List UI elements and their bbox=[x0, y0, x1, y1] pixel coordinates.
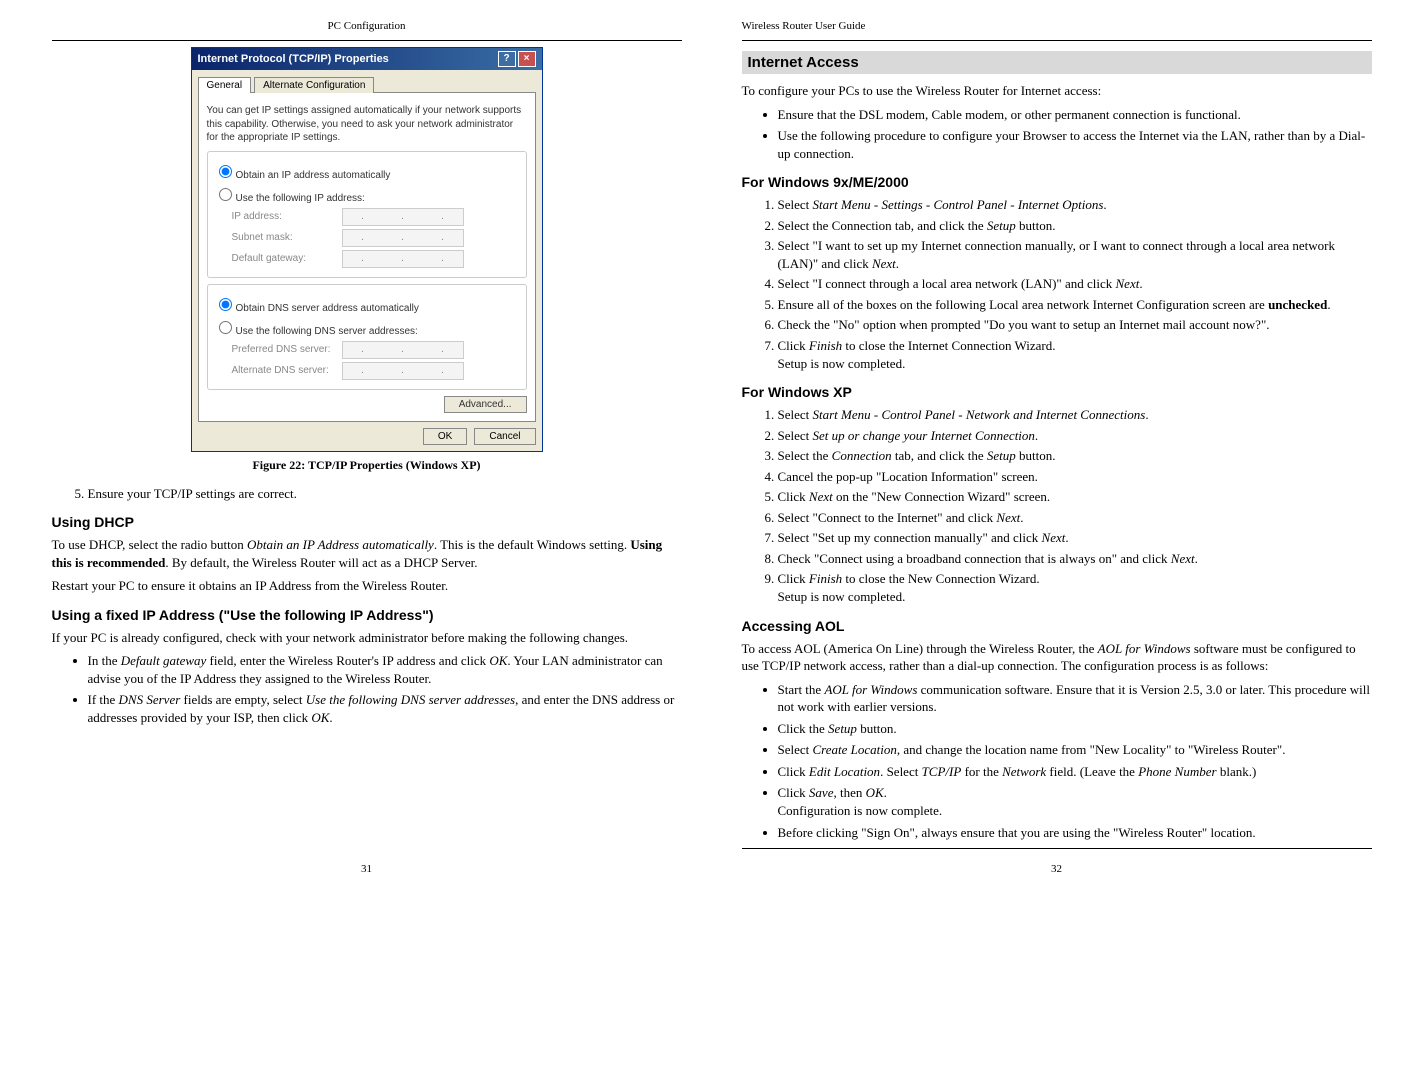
list-item: Click Edit Location. Select TCP/IP for t… bbox=[778, 763, 1372, 781]
pref-dns-label: Preferred DNS server: bbox=[232, 344, 342, 355]
help-icon[interactable]: ? bbox=[498, 51, 516, 67]
aol-intro: To access AOL (America On Line) through … bbox=[742, 640, 1372, 675]
figure-caption: Figure 22: TCP/IP Properties (Windows XP… bbox=[52, 458, 682, 473]
list-item: Ensure that the DSL modem, Cable modem, … bbox=[778, 106, 1372, 124]
list-item: Use the following procedure to configure… bbox=[778, 127, 1372, 162]
list-item: Select "Set up my connection manually" a… bbox=[778, 529, 1372, 547]
alt-dns-field[interactable]: ... bbox=[342, 362, 464, 380]
heading-internet-access: Internet Access bbox=[742, 51, 1372, 74]
list-item: Select Start Menu - Control Panel - Netw… bbox=[778, 406, 1372, 424]
heading-dhcp: Using DHCP bbox=[52, 514, 682, 530]
gateway-label: Default gateway: bbox=[232, 253, 342, 264]
radio-use-dns[interactable] bbox=[219, 321, 232, 334]
page-header-left: PC Configuration bbox=[52, 20, 682, 32]
list-item: Select Start Menu - Settings - Control P… bbox=[778, 196, 1372, 214]
list-item: Before clicking "Sign On", always ensure… bbox=[778, 824, 1372, 842]
fixed-ip-item-1: In the Default gateway field, enter the … bbox=[88, 652, 682, 687]
list-item: Cancel the pop-up "Location Information"… bbox=[778, 468, 1372, 486]
dialog-titlebar: Internet Protocol (TCP/IP) Properties ? … bbox=[192, 48, 542, 70]
divider bbox=[742, 848, 1372, 849]
page-number-right: 32 bbox=[1051, 863, 1062, 875]
ip-address-label: IP address: bbox=[232, 211, 342, 222]
internet-intro-list: Ensure that the DSL modem, Cable modem, … bbox=[742, 106, 1372, 163]
tab-general[interactable]: General bbox=[198, 77, 252, 93]
gateway-field[interactable]: ... bbox=[342, 250, 464, 268]
list-item: Ensure all of the boxes on the following… bbox=[778, 296, 1372, 314]
list-item: Select "Connect to the Internet" and cli… bbox=[778, 509, 1372, 527]
radio-use-dns-label: Use the following DNS server addresses: bbox=[236, 326, 418, 337]
dialog-title: Internet Protocol (TCP/IP) Properties bbox=[198, 53, 389, 65]
aol-list: Start the AOL for Windows communication … bbox=[742, 681, 1372, 841]
list-item: Click Next on the "New Connection Wizard… bbox=[778, 488, 1372, 506]
dialog-body: You can get IP settings assigned automat… bbox=[198, 92, 536, 422]
step-list: Ensure your TCP/IP settings are correct. bbox=[52, 485, 682, 503]
list-item: Click Save, then OK.Configuration is now… bbox=[778, 784, 1372, 819]
fixed-ip-intro: If your PC is already configured, check … bbox=[52, 629, 682, 647]
radio-obtain-ip[interactable] bbox=[219, 165, 232, 178]
heading-aol: Accessing AOL bbox=[742, 618, 1372, 634]
list-item: Click Finish to close the New Connection… bbox=[778, 570, 1372, 605]
winxp-steps: Select Start Menu - Control Panel - Netw… bbox=[742, 406, 1372, 605]
advanced-button[interactable]: Advanced... bbox=[444, 396, 527, 413]
close-icon[interactable]: × bbox=[518, 51, 536, 67]
fixed-ip-item-2: If the DNS Server fields are empty, sele… bbox=[88, 691, 682, 726]
divider bbox=[52, 40, 682, 41]
heading-win9x: For Windows 9x/ME/2000 bbox=[742, 174, 1372, 190]
list-item: Select Create Location, and change the l… bbox=[778, 741, 1372, 759]
alt-dns-label: Alternate DNS server: bbox=[232, 365, 342, 376]
pref-dns-field[interactable]: ... bbox=[342, 341, 464, 359]
dhcp-para-1: To use DHCP, select the radio button Obt… bbox=[52, 536, 682, 571]
heading-fixed-ip: Using a fixed IP Address ("Use the follo… bbox=[52, 607, 682, 623]
ip-address-field[interactable]: ... bbox=[342, 208, 464, 226]
radio-obtain-ip-label: Obtain an IP address automatically bbox=[236, 170, 391, 181]
list-item: Select Set up or change your Internet Co… bbox=[778, 427, 1372, 445]
dialog-intro: You can get IP settings assigned automat… bbox=[207, 104, 527, 145]
dhcp-para-2: Restart your PC to ensure it obtains an … bbox=[52, 577, 682, 595]
list-item: Select the Connection tab, and click the… bbox=[778, 447, 1372, 465]
list-item: Select "I want to set up my Internet con… bbox=[778, 237, 1372, 272]
divider bbox=[742, 40, 1372, 41]
internet-intro: To configure your PCs to use the Wireles… bbox=[742, 82, 1372, 100]
tcpip-dialog: Internet Protocol (TCP/IP) Properties ? … bbox=[191, 47, 543, 452]
win9x-steps: Select Start Menu - Settings - Control P… bbox=[742, 196, 1372, 372]
list-item: Check "Connect using a broadband connect… bbox=[778, 550, 1372, 568]
page-header-right: Wireless Router User Guide bbox=[742, 20, 1372, 32]
list-item: Click Finish to close the Internet Conne… bbox=[778, 337, 1372, 372]
radio-obtain-dns-label: Obtain DNS server address automatically bbox=[236, 303, 419, 314]
radio-use-ip-label: Use the following IP address: bbox=[236, 193, 365, 204]
subnet-field[interactable]: ... bbox=[342, 229, 464, 247]
radio-use-ip[interactable] bbox=[219, 188, 232, 201]
radio-obtain-dns[interactable] bbox=[219, 298, 232, 311]
heading-winxp: For Windows XP bbox=[742, 384, 1372, 400]
list-item: Start the AOL for Windows communication … bbox=[778, 681, 1372, 716]
ok-button[interactable]: OK bbox=[423, 428, 467, 445]
page-right: Wireless Router User Guide Internet Acce… bbox=[712, 0, 1402, 885]
fixed-ip-list: In the Default gateway field, enter the … bbox=[52, 652, 682, 726]
subnet-label: Subnet mask: bbox=[232, 232, 342, 243]
list-item: Select "I connect through a local area n… bbox=[778, 275, 1372, 293]
page-left: PC Configuration Internet Protocol (TCP/… bbox=[22, 0, 712, 885]
tab-alternate[interactable]: Alternate Configuration bbox=[254, 77, 374, 93]
step-5: Ensure your TCP/IP settings are correct. bbox=[88, 485, 682, 503]
list-item: Click the Setup button. bbox=[778, 720, 1372, 738]
list-item: Check the "No" option when prompted "Do … bbox=[778, 316, 1372, 334]
dialog-tabs: General Alternate Configuration bbox=[192, 70, 542, 92]
list-item: Select the Connection tab, and click the… bbox=[778, 217, 1372, 235]
page-number-left: 31 bbox=[361, 863, 372, 875]
cancel-button[interactable]: Cancel bbox=[474, 428, 535, 445]
